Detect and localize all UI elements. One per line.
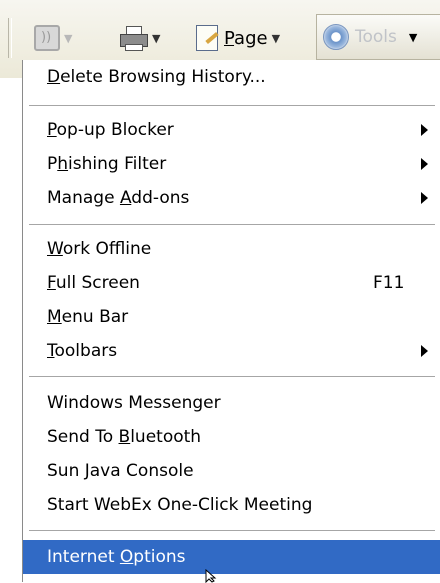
submenu-arrow-icon <box>421 192 428 204</box>
print-button[interactable]: ▼ <box>120 17 160 59</box>
submenu-arrow-icon <box>421 345 428 357</box>
menu-item-label: Phishing Filter <box>47 154 167 174</box>
menu-item-label: Menu Bar <box>47 307 129 327</box>
menu-item-delete-browsing-history[interactable]: Delete Browsing History... <box>23 60 440 94</box>
menu-item-full-screen[interactable]: Full Screen F11 <box>23 266 440 300</box>
menu-item-label: Manage Add-ons <box>47 188 190 208</box>
menu-separator <box>29 530 435 531</box>
menu-item-manage-add-ons[interactable]: Manage Add-ons <box>23 181 440 215</box>
menu-item-send-to-bluetooth[interactable]: Send To Bluetooth <box>23 420 440 454</box>
feeds-button[interactable]: )) ▼ <box>34 17 72 59</box>
feeds-dropdown-arrow-icon[interactable]: ▼ <box>64 32 72 45</box>
menu-item-label: Start WebEx One-Click Meeting <box>47 495 313 515</box>
tools-menu-label: Tools <box>355 27 397 47</box>
feeds-icon: )) <box>34 25 60 51</box>
submenu-arrow-icon <box>421 124 428 136</box>
menu-item-label: Send To Bluetooth <box>47 427 202 447</box>
submenu-arrow-icon <box>421 158 428 170</box>
menu-item-label: Sun Java Console <box>47 461 194 481</box>
tools-dropdown-arrow-icon: ▼ <box>408 30 418 44</box>
menu-separator <box>29 376 435 377</box>
menu-item-label: Windows Messenger <box>47 393 221 413</box>
menu-item-shortcut: F11 <box>373 273 405 293</box>
menu-item-menu-bar[interactable]: Menu Bar <box>23 300 440 334</box>
menu-separator <box>29 224 435 225</box>
menu-item-phishing-filter[interactable]: Phishing Filter <box>23 147 440 181</box>
page-menu-button[interactable]: Page ▼ <box>196 17 280 59</box>
print-dropdown-arrow-icon[interactable]: ▼ <box>152 32 160 45</box>
menu-item-label: Delete Browsing History... <box>47 67 266 87</box>
tools-gear-icon <box>323 24 349 50</box>
page-dropdown-arrow-icon: ▼ <box>271 31 281 45</box>
toolbar-grip[interactable] <box>8 18 12 58</box>
menu-item-toolbars[interactable]: Toolbars <box>23 334 440 368</box>
menu-item-windows-messenger[interactable]: Windows Messenger <box>23 386 440 420</box>
menu-item-label: Internet Options <box>47 547 186 567</box>
page-menu-label: Page <box>224 27 268 49</box>
menu-item-label: Toolbars <box>47 341 118 361</box>
menu-item-internet-options[interactable]: Internet Options <box>23 540 440 574</box>
menu-item-start-webex-one-click-meeting[interactable]: Start WebEx One-Click Meeting <box>23 488 440 522</box>
print-icon <box>120 26 148 51</box>
tools-dropdown-menu: Delete Browsing History... Pop-up Blocker… <box>22 60 440 582</box>
menu-separator <box>29 105 435 106</box>
page-icon <box>196 25 218 51</box>
tools-menu-button[interactable]: Tools ▼ <box>316 14 440 60</box>
menu-item-label: Full Screen <box>47 273 140 293</box>
menu-item-label: Work Offline <box>47 239 152 259</box>
menu-item-work-offline[interactable]: Work Offline <box>23 232 440 266</box>
menu-item-label: Pop-up Blocker <box>47 120 174 140</box>
menu-item-pop-up-blocker[interactable]: Pop-up Blocker <box>23 113 440 147</box>
menu-item-sun-java-console[interactable]: Sun Java Console <box>23 454 440 488</box>
